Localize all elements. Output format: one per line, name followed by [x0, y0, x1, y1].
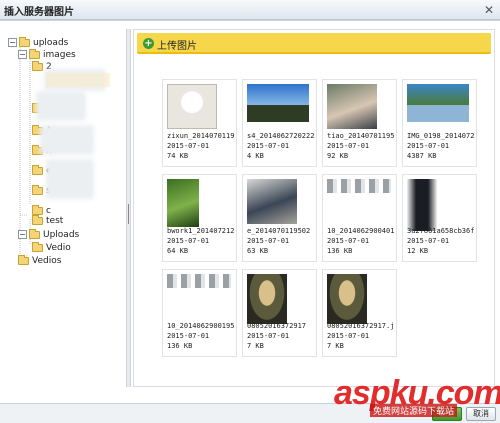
add-icon[interactable]: +	[143, 38, 154, 49]
thumbnail-name: bwork1_2014072121	[167, 227, 235, 235]
folder-icon	[32, 214, 43, 225]
upload-toolbar[interactable]: + 上传图片	[137, 33, 491, 54]
thumbnail-name: 08052016372917	[247, 322, 307, 330]
thumbnail-date: 2015-07-01	[327, 142, 370, 150]
dialog-body: −uploads−images2specialAnersctest−Upload…	[0, 20, 500, 414]
tree-item-label: Vedios	[32, 256, 62, 266]
watermark-subtitle: 免费网站源码下载站	[370, 404, 458, 417]
redacted-area	[46, 159, 94, 199]
folder-icon	[32, 60, 43, 71]
image-preview[interactable]	[167, 274, 231, 288]
image-preview[interactable]	[247, 179, 297, 224]
thumbnail-name: 08052016372917.j	[327, 322, 395, 330]
thumbnail-name: tiao_20140701195	[327, 132, 395, 140]
thumbnail-size: 7 KB	[327, 342, 344, 350]
folder-icon	[32, 164, 43, 175]
thumbnail-size: 136 KB	[167, 342, 193, 350]
tree-item[interactable]: − Uploads	[18, 228, 80, 241]
thumbnail-name: 3a27861a658cb36f	[407, 227, 475, 235]
image-thumbnail-card[interactable]: bwork1_2014072121 2015-07-01 64 KB	[162, 174, 237, 262]
dialog-title: 插入服务器图片	[4, 7, 74, 18]
thumbnail-name: 10_2014062900195	[167, 322, 235, 330]
thumbnail-name: zixun_2014070119	[167, 132, 235, 140]
thumbnail-date: 2015-07-01	[167, 237, 210, 245]
folder-icon	[32, 241, 43, 252]
thumbnail-size: 4 KB	[247, 152, 264, 160]
image-preview[interactable]	[327, 274, 367, 324]
thumbnail-date: 2015-07-01	[327, 332, 370, 340]
thumbnail-date: 2015-07-01	[407, 237, 450, 245]
thumbnail-date: 2015-07-01	[247, 332, 290, 340]
thumbnail-date: 2015-07-01	[247, 142, 290, 150]
image-browser: + 上传图片 zixun_2014070119 2015-07-01 74 KB s4…	[133, 29, 495, 387]
thumbnail-date: 2015-07-01	[247, 237, 290, 245]
thumbnail-size: 7 KB	[247, 342, 264, 350]
thumbnail-size: 136 KB	[327, 247, 353, 255]
tree-expander-icon[interactable]: −	[18, 50, 27, 59]
thumbnail-date: 2015-07-01	[167, 332, 210, 340]
tree-item[interactable]: − uploads	[8, 36, 69, 49]
image-thumbnail-card[interactable]: 08052016372917.j 2015-07-01 7 KB	[322, 269, 397, 357]
redacted-area	[40, 125, 94, 155]
image-thumbnail-card[interactable]: s4_20140627202222 2015-07-01 4 KB	[242, 79, 317, 167]
thumbnail-date: 2015-07-01	[327, 237, 370, 245]
thumbnail-size: 92 KB	[327, 152, 349, 160]
image-preview[interactable]	[247, 274, 287, 324]
thumbnail-name: e_2014070119502	[247, 227, 311, 235]
image-preview[interactable]	[167, 179, 199, 227]
folder-icon	[32, 184, 43, 195]
splitter-grip[interactable]	[128, 204, 129, 224]
folder-icon	[29, 48, 40, 59]
thumbnail-name: s4_20140627202222	[247, 132, 315, 140]
image-thumbnail-card[interactable]: IMG_0198_2014072 2015-07-01 4387 KB	[402, 79, 477, 167]
thumbnail-size: 4387 KB	[407, 152, 437, 160]
image-preview[interactable]	[247, 84, 309, 122]
image-thumbnail-card[interactable]: tiao_20140701195 2015-07-01 92 KB	[322, 79, 397, 167]
image-thumbnail-card[interactable]: 08052016372917 2015-07-01 7 KB	[242, 269, 317, 357]
image-preview[interactable]	[407, 84, 469, 122]
thumbnail-date: 2015-07-01	[407, 142, 450, 150]
tree-item[interactable]: test	[32, 214, 64, 227]
tree-item-label: images	[43, 50, 76, 60]
image-preview[interactable]	[327, 84, 377, 129]
tree-selection-highlight	[46, 73, 110, 87]
thumbnail-size: 12 KB	[407, 247, 429, 255]
thumbnail-size: 63 KB	[247, 247, 269, 255]
pane-splitter[interactable]	[126, 29, 131, 387]
folder-icon	[18, 254, 29, 265]
tree-item[interactable]: Vedio	[32, 241, 71, 254]
tree-item-label: Uploads	[43, 230, 80, 240]
image-thumbnail-card[interactable]: 10_2014062900195 2015-07-01 136 KB	[162, 269, 237, 357]
thumbnail-name: 10_2014062900401	[327, 227, 395, 235]
upload-button[interactable]: 上传图片	[157, 37, 197, 52]
tree-item[interactable]: − images	[18, 48, 76, 61]
redacted-area	[36, 91, 86, 121]
tree-expander-icon[interactable]: −	[8, 38, 17, 47]
folder-icon	[29, 228, 40, 239]
thumbnail-size: 74 KB	[167, 152, 189, 160]
tree-item-label: test	[46, 216, 64, 226]
tree-item-label: Vedio	[46, 243, 71, 253]
image-thumbnail-card[interactable]: 10_2014062900401 2015-07-01 136 KB	[322, 174, 397, 262]
dialog-titlebar: 插入服务器图片 ✕	[0, 0, 500, 20]
folder-icon	[32, 204, 43, 215]
tree-expander-icon[interactable]: −	[18, 230, 27, 239]
thumbnail-size: 64 KB	[167, 247, 189, 255]
tree-item[interactable]: Vedios	[18, 254, 62, 267]
thumbnail-date: 2015-07-01	[167, 142, 210, 150]
image-thumbnail-card[interactable]: zixun_2014070119 2015-07-01 74 KB	[162, 79, 237, 167]
image-preview[interactable]	[407, 179, 437, 231]
image-preview[interactable]	[327, 179, 391, 193]
image-thumbnail-card[interactable]: e_2014070119502 2015-07-01 63 KB	[242, 174, 317, 262]
tree-item-label: uploads	[33, 38, 69, 48]
image-preview[interactable]	[167, 84, 217, 129]
folder-tree: −uploads−images2specialAnersctest−Upload…	[6, 29, 126, 379]
folder-icon	[19, 36, 30, 47]
close-icon[interactable]: ✕	[482, 3, 496, 17]
image-thumbnail-card[interactable]: 3a27861a658cb36f 2015-07-01 12 KB	[402, 174, 477, 262]
thumbnail-name: IMG_0198_2014072	[407, 132, 475, 140]
